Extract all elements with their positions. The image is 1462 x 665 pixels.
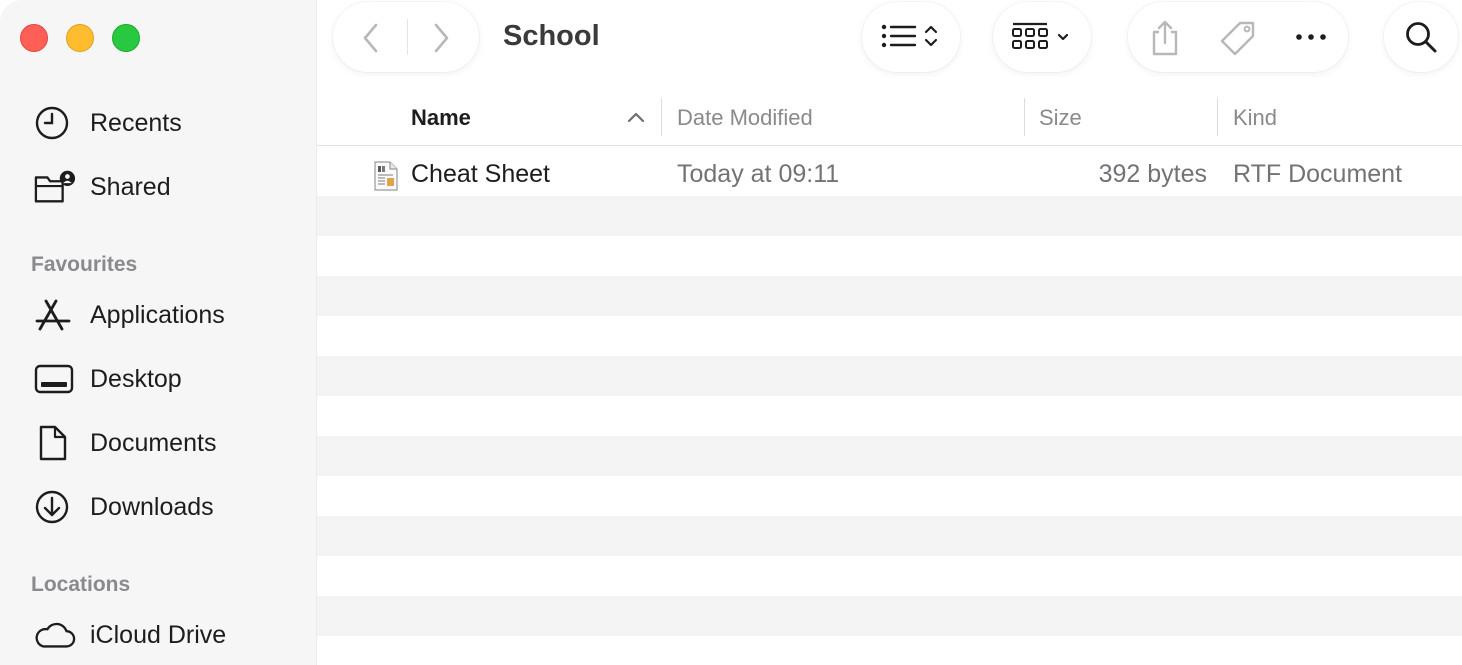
chevron-left-icon bbox=[363, 23, 378, 53]
list-row bbox=[317, 436, 1462, 476]
list-row bbox=[317, 556, 1462, 596]
document-icon bbox=[34, 423, 76, 463]
list-row bbox=[317, 316, 1462, 356]
sidebar-item-label: Desktop bbox=[90, 364, 182, 393]
list-row bbox=[317, 196, 1462, 236]
shared-folder-icon bbox=[34, 167, 76, 207]
sidebar-item-label: iCloud Drive bbox=[90, 620, 227, 649]
locations-header: Locations bbox=[31, 573, 131, 596]
file-date-modified: Today at 09:11 bbox=[677, 160, 840, 188]
sidebar-item-desktop[interactable]: Desktop bbox=[34, 357, 182, 401]
sort-ascending-icon bbox=[626, 110, 646, 129]
more-button[interactable] bbox=[1294, 28, 1330, 51]
sidebar-item-documents[interactable]: Documents bbox=[34, 421, 216, 465]
list-row bbox=[317, 356, 1462, 396]
toolbar: School bbox=[317, 0, 1462, 80]
close-button[interactable] bbox=[20, 24, 48, 52]
actions-group bbox=[1128, 2, 1348, 72]
sidebar-item-icloud-drive[interactable]: iCloud Drive bbox=[34, 613, 226, 657]
column-header-label: Size bbox=[1039, 105, 1082, 130]
share-button[interactable] bbox=[1148, 19, 1182, 62]
applications-icon bbox=[34, 295, 76, 335]
column-header-label: Kind bbox=[1233, 105, 1278, 130]
favourites-header: Favourites bbox=[31, 253, 138, 276]
window-controls bbox=[20, 24, 140, 52]
list-row bbox=[317, 516, 1462, 556]
header-divider bbox=[317, 145, 1462, 146]
list-row bbox=[317, 396, 1462, 436]
list-row bbox=[317, 596, 1462, 636]
column-header-size[interactable]: Size bbox=[1039, 100, 1082, 136]
forward-button[interactable] bbox=[429, 22, 453, 59]
sidebar-item-label: Applications bbox=[90, 300, 225, 329]
sidebar-item-label: Documents bbox=[90, 428, 217, 457]
file-list bbox=[317, 156, 1462, 636]
column-divider[interactable] bbox=[1217, 98, 1218, 136]
sidebar-item-downloads[interactable]: Downloads bbox=[34, 485, 214, 529]
minimize-button[interactable] bbox=[66, 24, 94, 52]
cloud-icon bbox=[34, 615, 76, 655]
list-row bbox=[317, 276, 1462, 316]
file-row-cheat-sheet[interactable]: Cheat Sheet Today at 09:11 392 bytes RTF… bbox=[317, 156, 1462, 196]
sidebar-item-applications[interactable]: Applications bbox=[34, 293, 225, 337]
column-header-kind[interactable]: Kind bbox=[1233, 100, 1277, 136]
share-icon bbox=[1152, 20, 1178, 56]
download-icon bbox=[34, 487, 76, 527]
view-options-button[interactable] bbox=[862, 2, 960, 72]
grid-group-icon bbox=[1012, 22, 1069, 49]
window-title: School bbox=[503, 20, 600, 52]
sidebar-item-label: Recents bbox=[90, 108, 182, 137]
rtf-document-icon bbox=[373, 161, 399, 196]
file-size: 392 bytes bbox=[1098, 160, 1207, 188]
sidebar-item-label: Downloads bbox=[90, 492, 214, 521]
sidebar-item-recents[interactable]: Recents bbox=[34, 101, 182, 145]
column-header-label: Date Modified bbox=[677, 105, 813, 130]
column-divider[interactable] bbox=[661, 98, 662, 136]
list-view-icon bbox=[881, 24, 938, 48]
sidebar: Recents Shared Favourites Applications D… bbox=[0, 0, 317, 665]
file-name: Cheat Sheet bbox=[411, 160, 550, 188]
file-kind: RTF Document bbox=[1233, 160, 1403, 188]
nav-divider bbox=[407, 19, 408, 55]
sidebar-item-label: Shared bbox=[90, 172, 171, 201]
clock-icon bbox=[34, 103, 76, 143]
tag-button[interactable] bbox=[1218, 20, 1258, 63]
desktop-icon bbox=[34, 359, 76, 399]
list-row bbox=[317, 476, 1462, 516]
tag-icon bbox=[1220, 21, 1255, 56]
column-divider[interactable] bbox=[1024, 98, 1025, 136]
navigation-controls bbox=[333, 2, 479, 72]
ellipsis-icon bbox=[1296, 34, 1326, 40]
list-row bbox=[317, 236, 1462, 276]
column-header-date-modified[interactable]: Date Modified bbox=[677, 100, 813, 136]
back-button[interactable] bbox=[359, 22, 383, 59]
chevron-right-icon bbox=[434, 23, 449, 53]
search-icon bbox=[1406, 22, 1437, 53]
zoom-button[interactable] bbox=[112, 24, 140, 52]
column-header-name[interactable]: Name bbox=[411, 100, 661, 136]
search-button[interactable] bbox=[1384, 2, 1458, 72]
column-header-label: Name bbox=[411, 105, 471, 130]
group-by-button[interactable] bbox=[993, 2, 1091, 72]
sidebar-item-shared[interactable]: Shared bbox=[34, 165, 171, 209]
